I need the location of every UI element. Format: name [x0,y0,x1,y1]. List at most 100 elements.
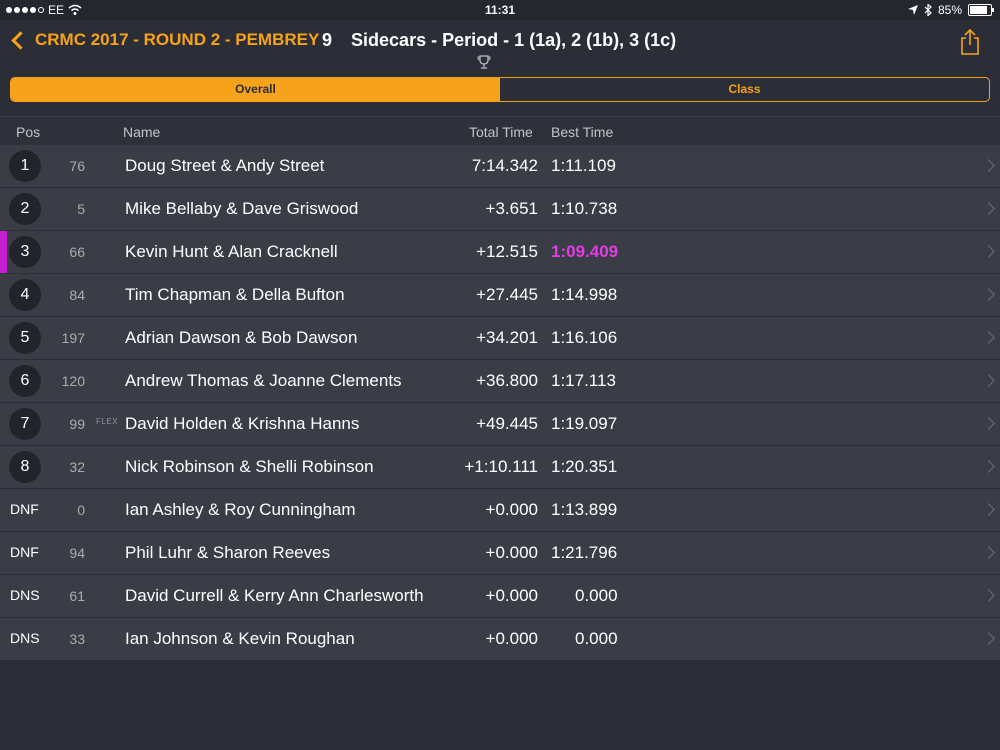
page-title: 9 Sidecars - Period - 1 (1a), 2 (1b), 3 … [322,30,676,51]
total-time: +34.201 [476,328,538,347]
clock: 11:31 [484,3,516,17]
bluetooth-icon [924,4,932,16]
best-time-fastest: 1:09.409 [551,242,619,261]
chevron-right-icon [982,589,995,602]
position-status: DNS [10,587,40,603]
driver-names: Ian Johnson & Kevin Roughan [125,629,355,648]
table-row[interactable]: DNS 61 David Currell & Kerry Ann Charles… [0,575,1000,618]
car-number: 33 [69,631,85,647]
tab-class[interactable]: Class [500,78,989,101]
table-row[interactable]: 2 5 Mike Bellaby & Dave Griswood +3.651 … [0,188,1000,231]
best-time: 0.000 [575,629,618,648]
driver-names: Mike Bellaby & Dave Griswood [125,199,359,218]
position-badge: 5 [9,322,41,354]
chevron-right-icon [982,202,995,215]
chevron-right-icon [982,374,995,387]
position-badge: 8 [9,451,41,483]
table-row[interactable]: 1 76 Doug Street & Andy Street 7:14.342 … [0,145,1000,188]
best-time: 1:16.106 [551,328,618,347]
car-number: 66 [69,244,85,260]
position-status: DNS [10,630,40,646]
chevron-right-icon [982,417,995,430]
best-time: 1:20.351 [551,457,618,476]
race-number: 9 [322,30,333,50]
table-row[interactable]: DNS 33 Ian Johnson & Kevin Roughan +0.00… [0,618,1000,661]
table-row[interactable]: DNF 94 Phil Luhr & Sharon Reeves +0.000 … [0,532,1000,575]
results-table-header: Pos Name Total Time Best Time [0,116,1000,145]
position-status: DNF [10,501,39,517]
best-time: 1:21.796 [551,543,618,562]
best-time: 1:10.738 [551,199,618,218]
position-status: DNF [10,544,39,560]
car-number: 32 [69,459,85,475]
chevron-right-icon [982,460,995,473]
chevron-left-icon [11,30,30,50]
status-right-group: 85% [907,3,994,17]
chevron-right-icon [982,632,995,645]
chevron-right-icon [982,331,995,344]
battery-percent: 85% [937,3,962,17]
driver-names: Doug Street & Andy Street [125,156,325,175]
chevron-right-icon [982,245,995,258]
total-time: +12.515 [476,242,538,261]
position-badge: 1 [9,150,41,182]
back-button-label: CRMC 2017 - ROUND 2 - PEMBREY [35,30,320,49]
driver-names: Tim Chapman & Della Bufton [125,285,345,304]
car-number: 76 [69,158,85,174]
car-number: 84 [69,287,85,303]
total-time: +0.000 [485,629,538,648]
table-row[interactable]: 6 120 Andrew Thomas & Joanne Clements +3… [0,360,1000,403]
best-time: 1:14.998 [551,285,618,304]
location-arrow-icon [907,5,918,15]
table-row[interactable]: 8 32 Nick Robinson & Shelli Robinson +1:… [0,446,1000,489]
total-time: +0.000 [485,500,538,519]
column-header-name[interactable]: Name [123,124,160,140]
position-badge: 4 [9,279,41,311]
car-number: 120 [61,373,85,389]
total-time: +49.445 [476,414,538,433]
driver-names: David Currell & Kerry Ann Charlesworth [125,586,424,605]
fastest-lap-marker [0,231,7,273]
total-time: 7:14.342 [471,156,538,175]
back-button[interactable]: CRMC 2017 - ROUND 2 - PEMBREY [10,30,319,50]
driver-names: Nick Robinson & Shelli Robinson [125,457,374,476]
tab-overall[interactable]: Overall [11,78,500,101]
car-number: 94 [69,545,85,561]
chevron-right-icon [982,288,995,301]
driver-names: Ian Ashley & Roy Cunningham [125,500,356,519]
status-bar: EE 11:31 85% [0,0,1000,20]
position-badge: 7 [9,408,41,440]
battery-icon [968,4,994,16]
chevron-right-icon [982,546,995,559]
chevron-right-icon [982,503,995,516]
share-icon[interactable] [958,28,982,56]
car-number: 5 [77,201,85,217]
total-time: +36.800 [476,371,538,390]
total-time: +3.651 [485,199,538,218]
driver-names: Andrew Thomas & Joanne Clements [125,371,402,390]
results-list: 1 76 Doug Street & Andy Street 7:14.342 … [0,145,1000,661]
table-row[interactable]: DNF 0 Ian Ashley & Roy Cunningham +0.000… [0,489,1000,532]
results-screen: EE 11:31 85% CRMC 2017 - ROUND 2 - PEMBR… [0,0,1000,750]
car-number: 197 [61,330,85,346]
table-row[interactable]: 7 99 FLEX David Holden & Krishna Hanns +… [0,403,1000,446]
driver-names: Phil Luhr & Sharon Reeves [125,543,331,562]
best-time: 1:19.097 [551,414,618,433]
total-time: +0.000 [485,543,538,562]
column-header-best-time[interactable]: Best Time [551,124,613,140]
car-number: 61 [69,588,85,604]
table-row[interactable]: 5 197 Adrian Dawson & Bob Dawson +34.201… [0,317,1000,360]
driver-names: Adrian Dawson & Bob Dawson [125,328,358,347]
best-time: 1:11.109 [551,156,616,175]
trophy-icon[interactable] [476,54,492,70]
column-header-total-time[interactable]: Total Time [469,124,533,140]
best-time: 1:13.899 [551,500,618,519]
total-time: +0.000 [485,586,538,605]
position-badge: 3 [9,236,41,268]
driver-names: Kevin Hunt & Alan Cracknell [125,242,338,261]
table-row[interactable]: 4 84 Tim Chapman & Della Bufton +27.445 … [0,274,1000,317]
column-header-pos[interactable]: Pos [16,124,40,140]
position-badge: 6 [9,365,41,397]
table-row[interactable]: 3 66 Kevin Hunt & Alan Cracknell +12.515… [0,231,1000,274]
driver-names: David Holden & Krishna Hanns [125,414,360,433]
